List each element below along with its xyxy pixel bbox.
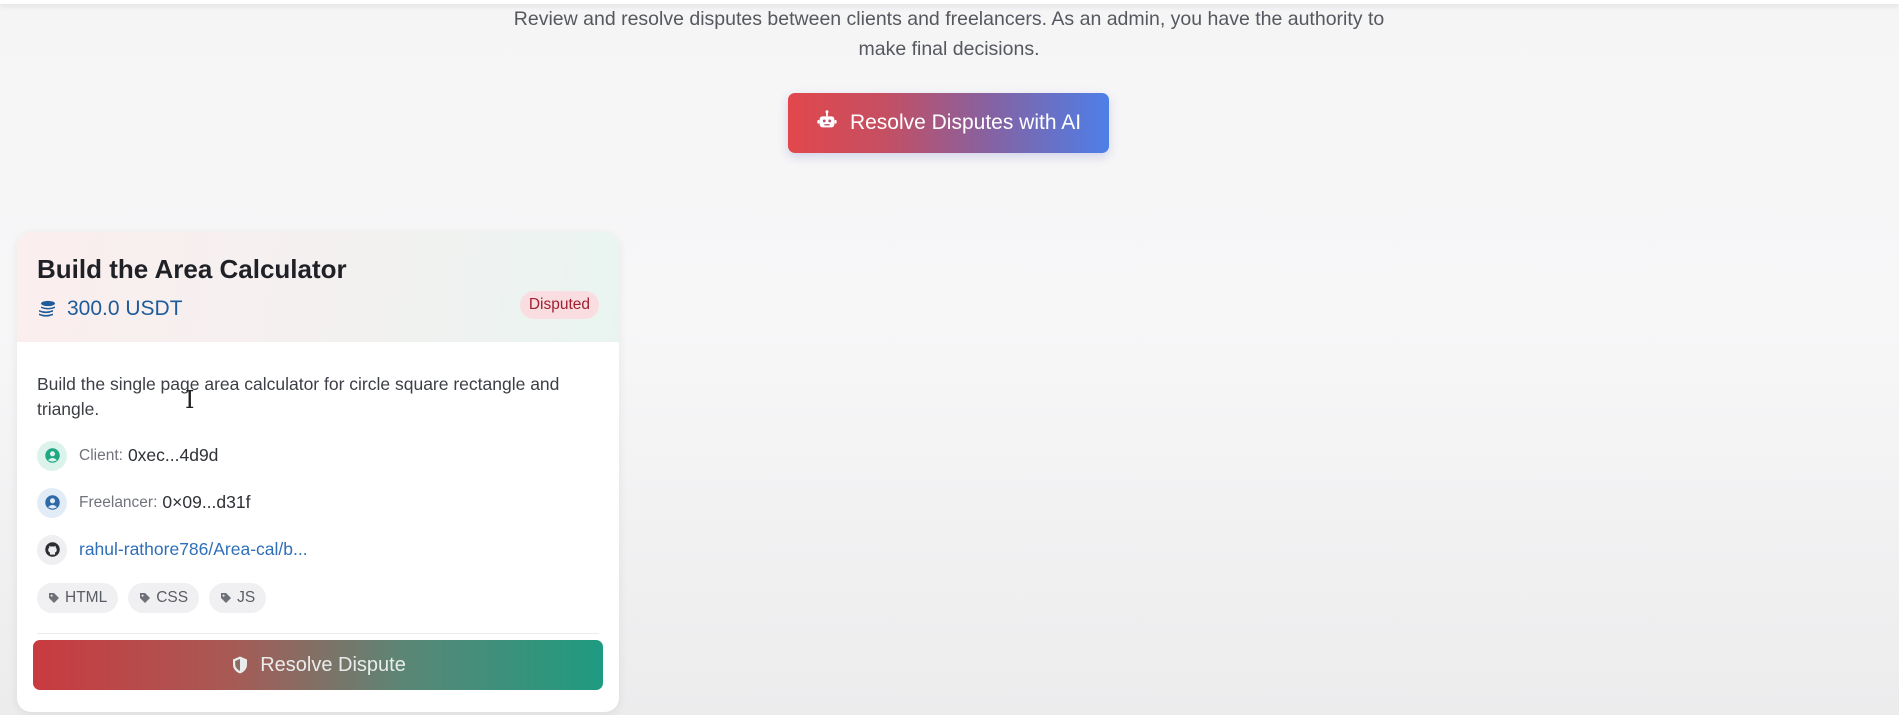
resolve-dispute-button[interactable]: Resolve Dispute [33, 640, 603, 690]
tag-chip: JS [209, 583, 267, 613]
card-divider [37, 633, 599, 634]
page-subtitle: Review and resolve disputes between clie… [513, 8, 1385, 60]
client-label: Client: [79, 446, 123, 464]
tag-label: JS [237, 589, 256, 606]
tag-icon [48, 592, 60, 604]
tag-chip: CSS [128, 583, 200, 613]
text-cursor-icon: I [185, 386, 195, 414]
tag-icon [139, 592, 151, 604]
tag-icon [220, 592, 232, 604]
status-badge: Disputed [519, 291, 599, 319]
tag-chip: HTML [37, 583, 119, 613]
user-circle-icon [37, 487, 67, 518]
resolve-with-ai-button[interactable]: Resolve Disputes with AI [788, 93, 1109, 153]
shield-icon [230, 655, 250, 675]
card-body: Build the single page area calculator fo… [17, 342, 619, 634]
freelancer-label: Freelancer: [79, 493, 158, 511]
github-icon [37, 534, 67, 565]
card-header: Build the Area Calculator 300.0 USDT Dis… [17, 232, 619, 342]
repository-link[interactable]: rahul-rathore786/Area-cal/b... [79, 539, 308, 560]
card-title: Build the Area Calculator [37, 254, 347, 284]
dispute-card: Build the Area Calculator 300.0 USDT Dis… [17, 232, 619, 712]
freelancer-address: 0×09...d31f [162, 492, 251, 512]
coins-icon [37, 299, 57, 319]
bounty-amount: 300.0 USDT [67, 297, 183, 320]
skill-tags: HTML CSS JS [37, 583, 599, 613]
resolve-with-ai-label: Resolve Disputes with AI [849, 111, 1082, 134]
repo-row: rahul-rathore786/Area-cal/b... [37, 534, 599, 565]
tag-label: HTML [65, 589, 108, 606]
amount-row: 300.0 USDT [37, 297, 599, 321]
resolve-dispute-label: Resolve Dispute [260, 653, 406, 676]
client-address: 0xec...4d9d [127, 445, 219, 465]
freelancer-row: Freelancer: 0×09...d31f [37, 487, 599, 518]
robot-icon [816, 109, 838, 137]
tag-label: CSS [156, 589, 189, 606]
task-description: Build the single page area calculator fo… [37, 374, 560, 419]
client-row: Client: 0xec...4d9d [37, 440, 599, 471]
user-circle-icon [37, 440, 67, 471]
